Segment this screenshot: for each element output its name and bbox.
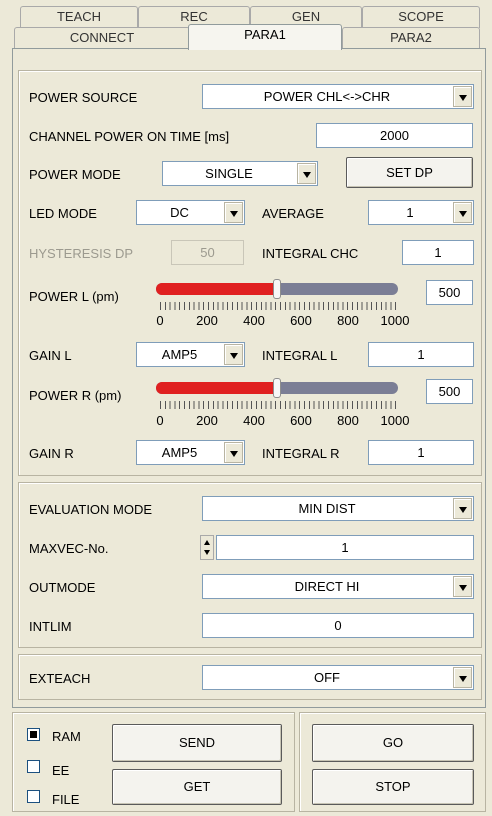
intlim-label: INTLIM (29, 619, 72, 634)
tab-para2[interactable]: PARA2 (342, 27, 480, 49)
outmode-select[interactable]: DIRECT HI (202, 574, 474, 599)
integral-chc-label: INTEGRAL CHC (262, 246, 359, 261)
power-l-tick-label: 0 (156, 313, 164, 328)
ram-checkbox[interactable] (27, 728, 40, 741)
gain-r-select[interactable]: AMP5 (136, 440, 245, 465)
go-button[interactable]: GO (312, 724, 474, 762)
power-r-tick-label: 600 (290, 413, 312, 428)
gain-l-label: GAIN L (29, 348, 72, 363)
power-r-scale (160, 401, 398, 409)
exteach-select[interactable]: OFF (202, 665, 474, 690)
power-mode-label: POWER MODE (29, 167, 121, 182)
outmode-value: DIRECT HI (294, 579, 360, 594)
chevron-down-icon[interactable] (453, 202, 472, 223)
ram-label: RAM (52, 729, 81, 744)
chevron-down-icon[interactable] (453, 498, 472, 519)
power-l-tick-label: 1000 (380, 313, 410, 328)
power-r-slider-handle[interactable] (273, 378, 281, 398)
power-r-slider[interactable] (156, 378, 398, 398)
exteach-value: OFF (314, 670, 340, 685)
power-mode-select[interactable]: SINGLE (162, 161, 318, 186)
chevron-down-icon[interactable] (453, 667, 472, 688)
gain-r-label: GAIN R (29, 446, 74, 461)
power-source-label: POWER SOURCE (29, 90, 138, 105)
power-mode-value: SINGLE (205, 166, 253, 181)
hysteresis-dp-field: 50 (171, 240, 244, 265)
file-checkbox[interactable] (27, 790, 40, 803)
chevron-down-icon[interactable] (224, 442, 243, 463)
chevron-down-icon[interactable] (224, 344, 243, 365)
hysteresis-dp-label: HYSTERESIS DP (29, 246, 134, 261)
power-source-value: POWER CHL<->CHR (263, 89, 391, 104)
evaluation-mode-select[interactable]: MIN DIST (202, 496, 474, 521)
led-mode-label: LED MODE (29, 206, 97, 221)
power-l-field[interactable]: 500 (426, 280, 473, 305)
ee-label: EE (52, 763, 70, 778)
file-label: FILE (52, 792, 80, 807)
integral-r-field[interactable]: 1 (368, 440, 474, 465)
chevron-down-icon[interactable] (297, 163, 316, 184)
power-r-tick-label: 200 (196, 413, 218, 428)
evaluation-mode-label: EVALUATION MODE (29, 502, 153, 517)
power-r-tick-label: 800 (337, 413, 359, 428)
power-r-tick-label: 400 (243, 413, 265, 428)
tab-para1[interactable]: PARA1 (188, 24, 342, 50)
integral-chc-field[interactable]: 1 (402, 240, 474, 265)
power-source-select[interactable]: POWER CHL<->CHR (202, 84, 474, 109)
stop-button[interactable]: STOP (312, 769, 474, 805)
led-mode-value: DC (170, 205, 189, 220)
maxvec-field[interactable]: 1 (216, 535, 474, 560)
evaluation-mode-value: MIN DIST (298, 501, 356, 516)
ee-checkbox[interactable] (27, 760, 40, 773)
chevron-down-icon[interactable] (453, 86, 472, 107)
get-button[interactable]: GET (112, 769, 282, 805)
power-r-label: POWER R (pm) (29, 388, 122, 403)
power-l-label: POWER L (pm) (29, 289, 119, 304)
power-l-tick-label: 400 (243, 313, 265, 328)
tab-connect[interactable]: CONNECT (14, 27, 190, 49)
average-label: AVERAGE (262, 206, 324, 221)
led-mode-select[interactable]: DC (136, 200, 245, 225)
average-value: 1 (406, 205, 414, 220)
maxvec-label: MAXVEC-No. (29, 541, 109, 556)
exteach-label: EXTEACH (29, 671, 91, 686)
gain-r-value: AMP5 (161, 445, 198, 460)
power-l-slider[interactable] (156, 279, 398, 299)
outmode-label: OUTMODE (29, 580, 96, 595)
integral-l-label: INTEGRAL L (262, 348, 338, 363)
power-l-tick-label: 200 (196, 313, 218, 328)
power-r-tick-label: 0 (156, 413, 164, 428)
maxvec-spinner[interactable] (200, 535, 214, 560)
set-dp-button[interactable]: SET DP (346, 157, 473, 188)
integral-l-field[interactable]: 1 (368, 342, 474, 367)
power-l-slider-fill (156, 283, 277, 295)
chevron-down-icon[interactable] (224, 202, 243, 223)
power-r-tick-label: 1000 (380, 413, 410, 428)
power-l-tick-label: 800 (337, 313, 359, 328)
channel-power-on-time-label: CHANNEL POWER ON TIME [ms] (29, 129, 230, 144)
power-r-slider-fill (156, 382, 277, 394)
power-l-tick-label: 600 (290, 313, 312, 328)
integral-r-label: INTEGRAL R (262, 446, 340, 461)
channel-power-on-time-field[interactable]: 2000 (316, 123, 473, 148)
chevron-down-icon[interactable] (453, 576, 472, 597)
power-l-slider-handle[interactable] (273, 279, 281, 299)
average-select[interactable]: 1 (368, 200, 474, 225)
tab-scope[interactable]: SCOPE (362, 6, 480, 28)
gain-l-select[interactable]: AMP5 (136, 342, 245, 367)
intlim-field[interactable]: 0 (202, 613, 474, 638)
send-button[interactable]: SEND (112, 724, 282, 762)
tab-teach[interactable]: TEACH (20, 6, 138, 28)
power-r-field[interactable]: 500 (426, 379, 473, 404)
gain-l-value: AMP5 (161, 347, 198, 362)
power-l-scale (160, 302, 398, 310)
